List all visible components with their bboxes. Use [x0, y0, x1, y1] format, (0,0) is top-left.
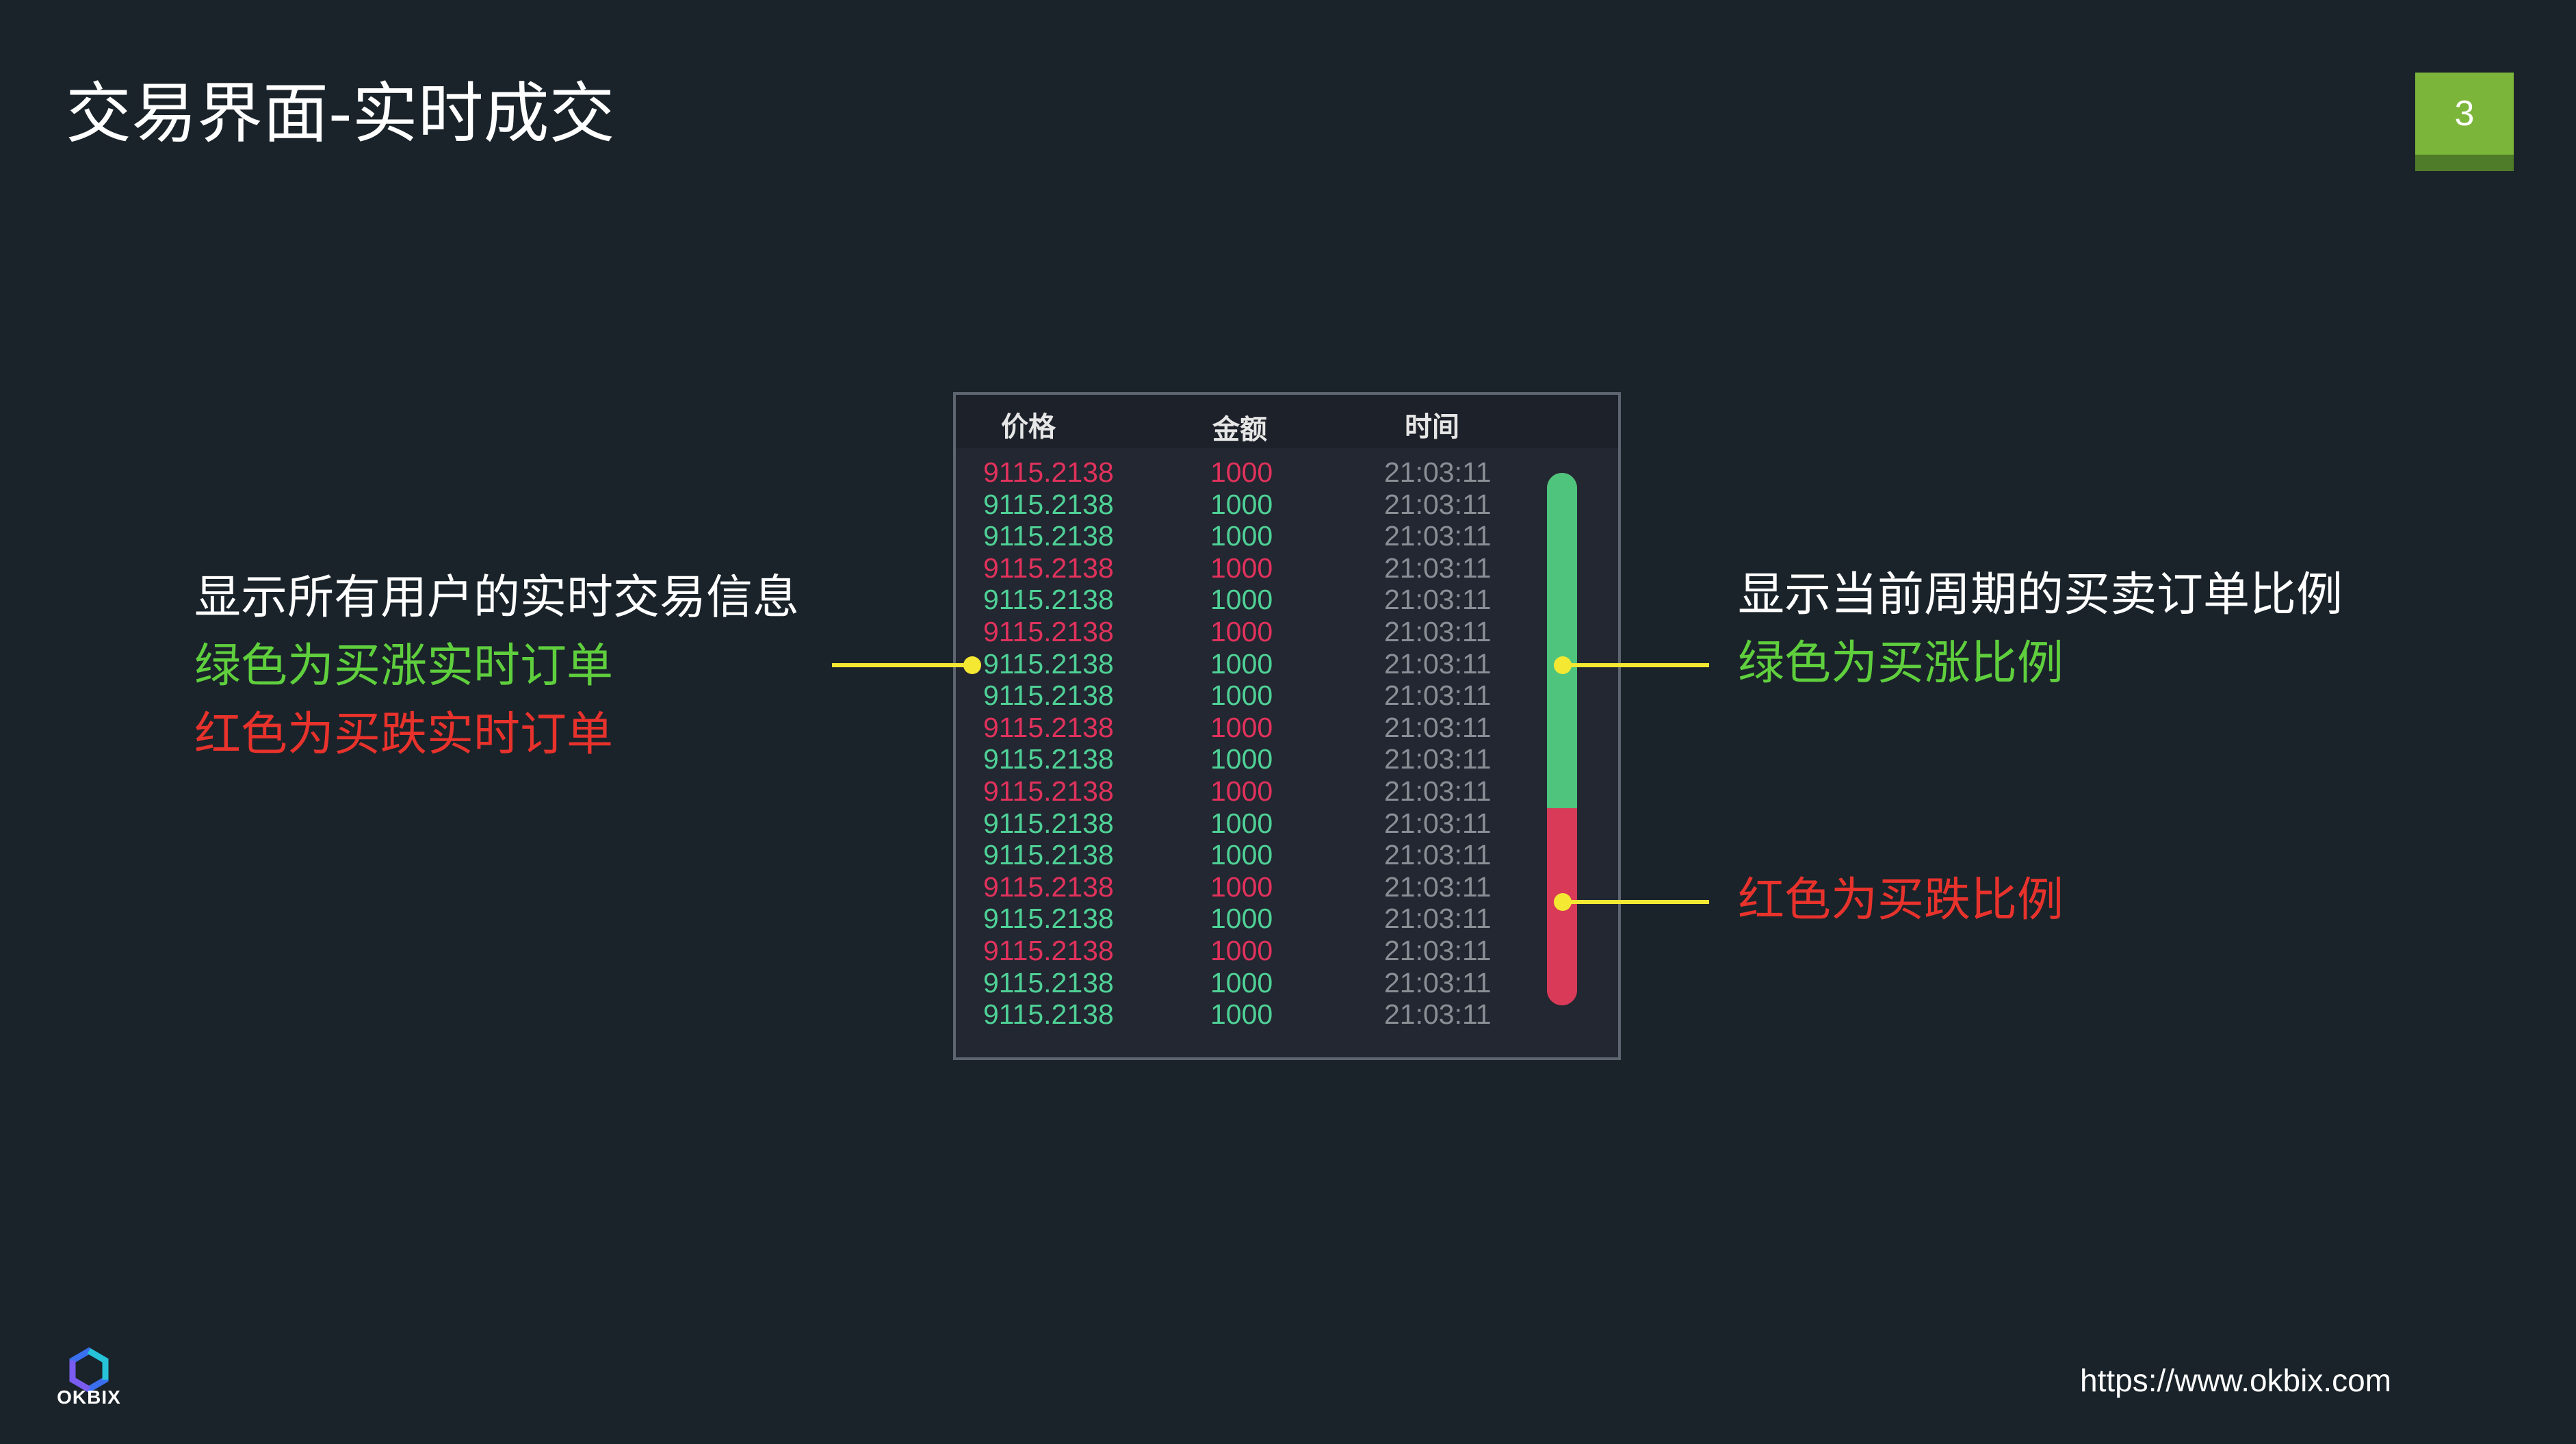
trade-row[interactable]: 9115.2138 1000 21:03:11 [956, 775, 1618, 807]
trade-time: 21:03:11 [1384, 489, 1492, 520]
trade-price: 9115.2138 [983, 489, 1114, 520]
trade-amount: 1000 [1210, 552, 1273, 584]
trade-amount: 1000 [1210, 871, 1273, 903]
trade-amount: 1000 [1210, 808, 1273, 839]
right-description-line2: 绿色为买涨比例 [1738, 636, 2064, 691]
trade-row[interactable]: 9115.2138 1000 21:03:11 [956, 998, 1618, 1030]
trade-price: 9115.2138 [983, 903, 1114, 934]
trade-price: 9115.2138 [983, 680, 1114, 711]
logo-text: OKBIX [57, 1387, 121, 1408]
trade-price: 9115.2138 [983, 935, 1114, 966]
trade-row[interactable]: 9115.2138 1000 21:03:11 [956, 743, 1618, 775]
trade-time: 21:03:11 [1384, 775, 1492, 807]
trade-price: 9115.2138 [983, 584, 1114, 615]
trade-time: 21:03:11 [1384, 903, 1492, 934]
sell-ratio-connector-dot [1554, 893, 1572, 911]
left-description-line3: 红色为买跌实时订单 [194, 708, 614, 762]
trade-row[interactable]: 9115.2138 1000 21:03:11 [956, 616, 1618, 647]
trade-time: 21:03:11 [1384, 967, 1492, 998]
trade-time: 21:03:11 [1384, 808, 1492, 839]
trade-table-header: 价格 金额 时间 [956, 395, 1618, 448]
trade-list-connector-line [832, 663, 973, 667]
trade-price: 9115.2138 [983, 456, 1114, 488]
trade-row[interactable]: 9115.2138 1000 21:03:11 [956, 680, 1618, 711]
trade-amount: 1000 [1210, 712, 1273, 743]
column-header-time: 时间 [1405, 411, 1459, 443]
right-description-line3: 红色为买跌比例 [1738, 873, 2064, 927]
slide-title: 交易界面-实时成交 [66, 75, 615, 152]
left-description: 显示所有用户的实时交易信息 绿色为买涨实时订单 红色为买跌实时订单 [194, 564, 799, 769]
trade-row[interactable]: 9115.2138 1000 21:03:11 [956, 871, 1618, 903]
footer-url-link[interactable]: https://www.okbix.com [2080, 1362, 2391, 1399]
trade-price: 9115.2138 [983, 967, 1114, 998]
trade-amount: 1000 [1210, 648, 1273, 680]
trade-time: 21:03:11 [1384, 935, 1492, 966]
trade-price: 9115.2138 [983, 775, 1114, 807]
trade-price: 9115.2138 [983, 839, 1114, 871]
trade-time: 21:03:11 [1384, 648, 1492, 680]
buy-sell-ratio-bar [1547, 473, 1577, 1005]
trade-price: 9115.2138 [983, 520, 1114, 552]
trade-price: 9115.2138 [983, 712, 1114, 743]
trade-price: 9115.2138 [983, 743, 1114, 775]
trade-price: 9115.2138 [983, 616, 1114, 647]
left-description-line1: 显示所有用户的实时交易信息 [194, 571, 800, 625]
trade-list-connector-dot [963, 656, 981, 674]
trade-price: 9115.2138 [983, 648, 1114, 680]
sell-ratio-connector-line [1563, 900, 1709, 904]
buy-ratio-connector-dot [1554, 656, 1572, 674]
trade-price: 9115.2138 [983, 808, 1114, 839]
right-description: 显示当前周期的买卖订单比例 绿色为买涨比例 [1738, 561, 2343, 698]
trade-amount: 1000 [1210, 584, 1273, 615]
trade-time: 21:03:11 [1384, 680, 1492, 711]
trade-amount: 1000 [1210, 616, 1273, 647]
trade-amount: 1000 [1210, 998, 1273, 1030]
trade-row[interactable]: 9115.2138 1000 21:03:11 [956, 520, 1618, 552]
trade-time: 21:03:11 [1384, 552, 1492, 584]
buy-ratio-segment [1547, 473, 1577, 809]
trade-row[interactable]: 9115.2138 1000 21:03:11 [956, 808, 1618, 839]
trade-time: 21:03:11 [1384, 584, 1492, 615]
trade-amount: 1000 [1210, 775, 1273, 807]
trade-row[interactable]: 9115.2138 1000 21:03:11 [956, 648, 1618, 680]
trade-time: 21:03:11 [1384, 616, 1492, 647]
buy-ratio-connector-line [1563, 663, 1709, 667]
trade-time: 21:03:11 [1384, 871, 1492, 903]
right-description-line1: 显示当前周期的买卖订单比例 [1738, 568, 2343, 622]
page-number: 3 [2454, 94, 2475, 133]
trade-price: 9115.2138 [983, 871, 1114, 903]
trade-amount: 1000 [1210, 520, 1273, 552]
trade-row[interactable]: 9115.2138 1000 21:03:11 [956, 967, 1618, 998]
trade-time: 21:03:11 [1384, 743, 1492, 775]
trade-row[interactable]: 9115.2138 1000 21:03:11 [956, 839, 1618, 871]
trade-amount: 1000 [1210, 903, 1273, 934]
trade-price: 9115.2138 [983, 998, 1114, 1030]
trade-row[interactable]: 9115.2138 1000 21:03:11 [956, 489, 1618, 520]
trade-row[interactable]: 9115.2138 1000 21:03:11 [956, 903, 1618, 934]
trade-time: 21:03:11 [1384, 520, 1492, 552]
column-header-amount: 金额 [1212, 414, 1267, 446]
trade-amount: 1000 [1210, 743, 1273, 775]
trade-row[interactable]: 9115.2138 1000 21:03:11 [956, 456, 1618, 488]
trade-row[interactable]: 9115.2138 1000 21:03:11 [956, 712, 1618, 743]
column-header-price: 价格 [1001, 411, 1056, 443]
trade-time: 21:03:11 [1384, 712, 1492, 743]
trade-amount: 1000 [1210, 967, 1273, 998]
trade-amount: 1000 [1210, 680, 1273, 711]
trade-row[interactable]: 9115.2138 1000 21:03:11 [956, 935, 1618, 966]
trade-time: 21:03:11 [1384, 998, 1492, 1030]
trade-time: 21:03:11 [1384, 839, 1492, 871]
trade-row[interactable]: 9115.2138 1000 21:03:11 [956, 584, 1618, 615]
trade-row[interactable]: 9115.2138 1000 21:03:11 [956, 552, 1618, 584]
trade-time: 21:03:11 [1384, 456, 1492, 488]
trade-price: 9115.2138 [983, 552, 1114, 584]
trade-amount: 1000 [1210, 839, 1273, 871]
trade-amount: 1000 [1210, 935, 1273, 966]
realtime-trade-panel: 价格 金额 时间 9115.2138 1000 21:03:11 9115.2138 1… [953, 392, 1621, 1060]
trade-amount: 1000 [1210, 456, 1273, 488]
left-description-line2: 绿色为买涨实时订单 [194, 639, 614, 693]
page-number-badge: 3 [2415, 73, 2514, 171]
trade-amount: 1000 [1210, 489, 1273, 520]
